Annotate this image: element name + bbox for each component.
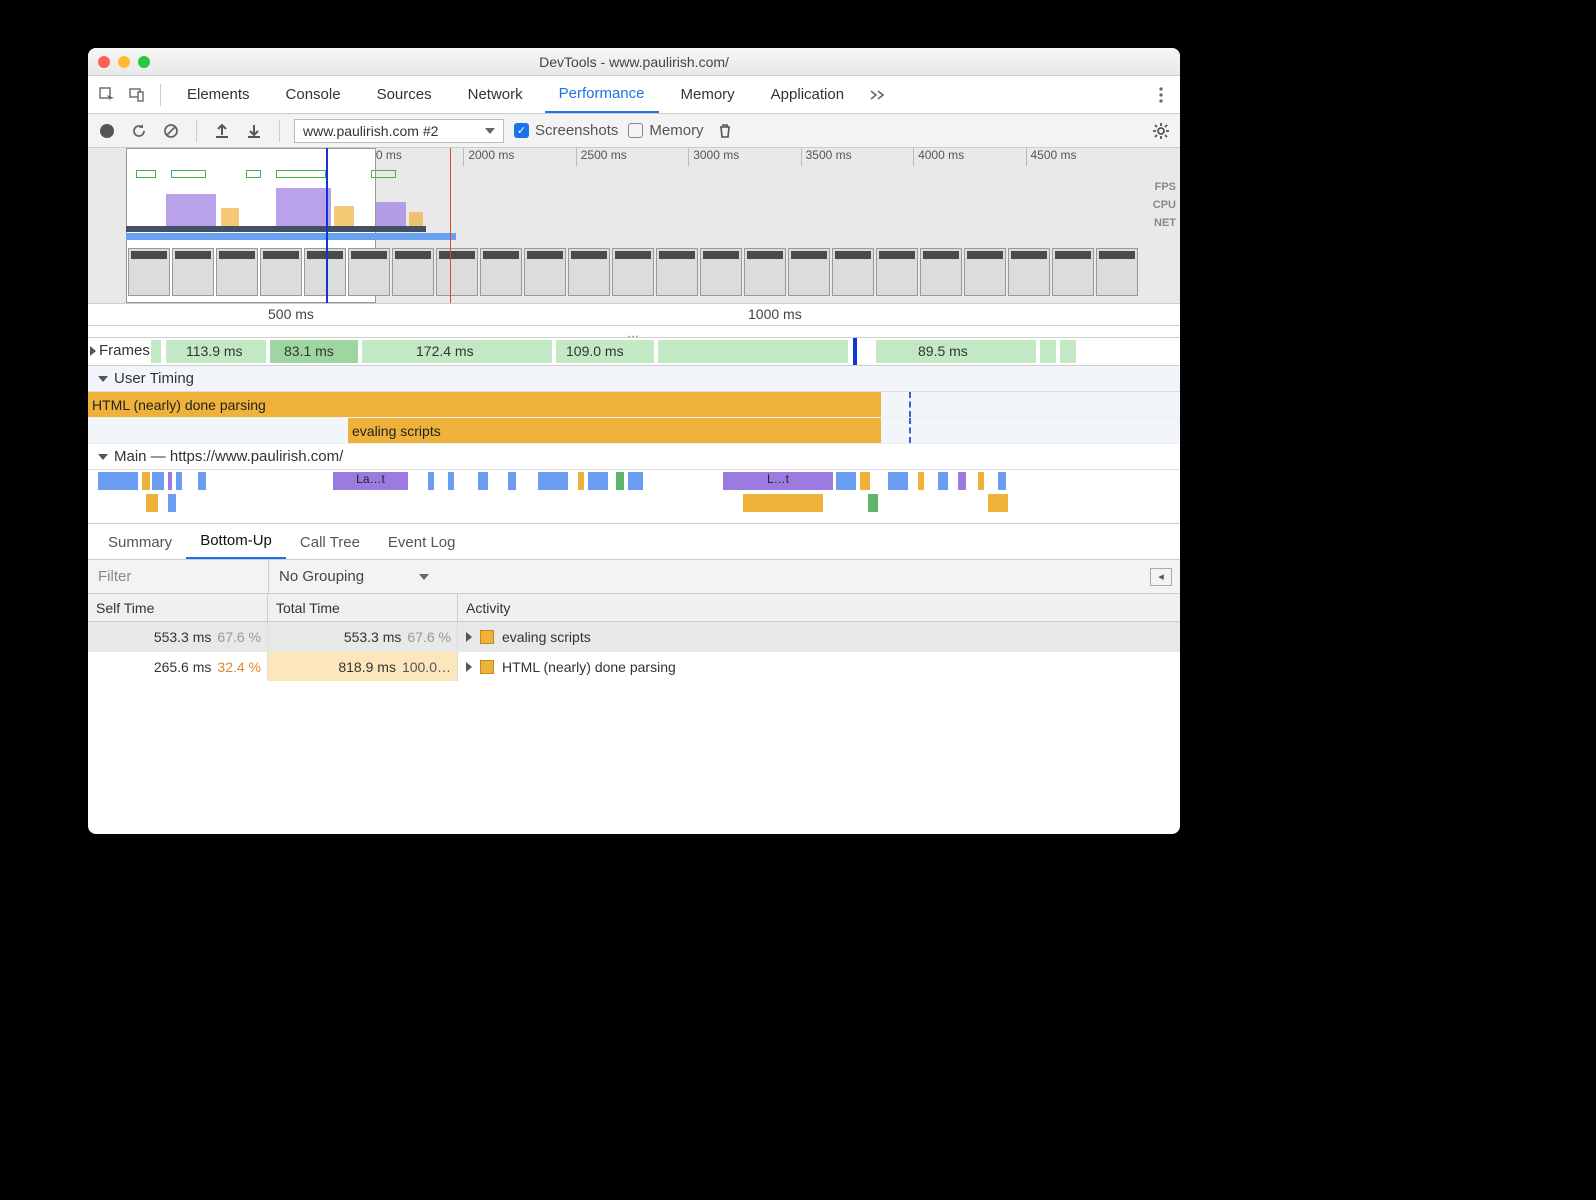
tab-performance[interactable]: Performance (545, 76, 659, 113)
table-row[interactable]: 265.6 ms32.4 % 818.9 ms100.0… HTML (near… (88, 652, 1180, 682)
chevron-down-icon (485, 128, 495, 134)
expander-dots[interactable]: … (88, 326, 1180, 338)
selection-handle[interactable] (326, 148, 328, 303)
recording-select-label: www.paulirish.com #2 (303, 123, 438, 139)
subtab-event-log[interactable]: Event Log (374, 526, 470, 559)
frames-track[interactable]: Frames 113.9 ms 83.1 ms 172.4 ms 109.0 m… (88, 338, 1180, 366)
screenshots-checkbox[interactable]: ✓ Screenshots (514, 122, 618, 139)
memory-checkbox[interactable]: Memory (628, 122, 703, 139)
filter-row: No Grouping ◂ (88, 560, 1180, 594)
timing-marker (909, 392, 911, 417)
subtab-bottom-up[interactable]: Bottom-Up (186, 524, 286, 559)
performance-toolbar: www.paulirish.com #2 ✓ Screenshots Memor… (88, 114, 1180, 148)
tab-elements[interactable]: Elements (173, 76, 264, 113)
tab-console[interactable]: Console (272, 76, 355, 113)
grouping-select[interactable]: No Grouping (269, 568, 439, 585)
collapse-icon[interactable] (98, 454, 108, 460)
col-total-time[interactable]: Total Time (268, 594, 458, 621)
timing-marker (909, 418, 911, 443)
overview-pane[interactable]: 500 ms 1000 ms 1500 ms 2000 ms 2500 ms 3… (88, 148, 1180, 304)
tab-memory[interactable]: Memory (667, 76, 749, 113)
tab-network[interactable]: Network (454, 76, 537, 113)
details-tabs: Summary Bottom-Up Call Tree Event Log (88, 524, 1180, 560)
user-timing-row-2[interactable]: evaling scripts (88, 418, 1180, 444)
prev-match-icon[interactable]: ◂ (1150, 568, 1172, 586)
collapse-icon[interactable] (98, 376, 108, 382)
inspect-element-icon[interactable] (96, 84, 118, 106)
titlebar[interactable]: DevTools - www.paulirish.com/ (88, 48, 1180, 76)
subtab-call-tree[interactable]: Call Tree (286, 526, 374, 559)
tab-sources[interactable]: Sources (363, 76, 446, 113)
expand-icon[interactable] (466, 662, 472, 672)
checkbox-unchecked-icon (628, 123, 643, 138)
checkbox-checked-icon: ✓ (514, 123, 529, 138)
recording-select[interactable]: www.paulirish.com #2 (294, 119, 504, 143)
device-toggle-icon[interactable] (126, 84, 148, 106)
kebab-menu-icon[interactable] (1150, 84, 1172, 106)
screenshots-label: Screenshots (535, 122, 618, 139)
activity-bar (126, 233, 456, 240)
user-timing-header[interactable]: User Timing (88, 366, 1180, 392)
devtools-window: DevTools - www.paulirish.com/ Elements C… (88, 48, 1180, 834)
main-thread-flamechart[interactable]: La…t L…t (88, 470, 1180, 524)
window-title: DevTools - www.paulirish.com/ (88, 54, 1180, 70)
filter-input[interactable] (88, 560, 268, 593)
record-button[interactable] (96, 120, 118, 142)
subtab-summary[interactable]: Summary (94, 526, 186, 559)
expand-icon[interactable] (90, 346, 96, 356)
screenshot-filmstrip[interactable] (128, 248, 1138, 296)
col-activity[interactable]: Activity (458, 594, 1180, 621)
main-thread-header[interactable]: Main — https://www.paulirish.com/ (88, 444, 1180, 470)
tab-application[interactable]: Application (757, 76, 858, 113)
separator (279, 120, 280, 142)
timing-bar-html-parsing[interactable]: HTML (nearly) done parsing (88, 392, 881, 417)
flamechart-ruler[interactable]: 500 ms 1000 ms (88, 304, 1180, 326)
current-time-marker (853, 338, 857, 365)
reload-button[interactable] (128, 120, 150, 142)
separator (160, 84, 161, 106)
settings-gear-icon[interactable] (1150, 120, 1172, 142)
activity-label: HTML (nearly) done parsing (502, 659, 676, 675)
panel-tabs: Elements Console Sources Network Perform… (88, 76, 1180, 114)
more-tabs-icon[interactable] (866, 84, 888, 106)
table-row[interactable]: 553.3 ms67.6 % 553.3 ms67.6 % evaling sc… (88, 622, 1180, 652)
cpu-graph (126, 166, 456, 228)
category-swatch-icon (480, 630, 494, 644)
load-profile-icon[interactable] (211, 120, 233, 142)
garbage-collect-icon[interactable] (714, 120, 736, 142)
col-self-time[interactable]: Self Time (88, 594, 268, 621)
separator (196, 120, 197, 142)
memory-label: Memory (649, 122, 703, 139)
chevron-down-icon (419, 574, 429, 580)
clear-button[interactable] (160, 120, 182, 142)
category-swatch-icon (480, 660, 494, 674)
activity-label: evaling scripts (502, 629, 591, 645)
user-timing-row-1[interactable]: HTML (nearly) done parsing (88, 392, 1180, 418)
timing-bar-evaling-scripts[interactable]: evaling scripts (348, 418, 881, 443)
table-header: Self Time Total Time Activity (88, 594, 1180, 622)
net-bar (126, 226, 426, 232)
overview-track-labels: FPS CPU NET (1153, 178, 1176, 232)
load-marker (450, 148, 451, 303)
expand-icon[interactable] (466, 632, 472, 642)
bottom-up-table[interactable]: 553.3 ms67.6 % 553.3 ms67.6 % evaling sc… (88, 622, 1180, 834)
save-profile-icon[interactable] (243, 120, 265, 142)
